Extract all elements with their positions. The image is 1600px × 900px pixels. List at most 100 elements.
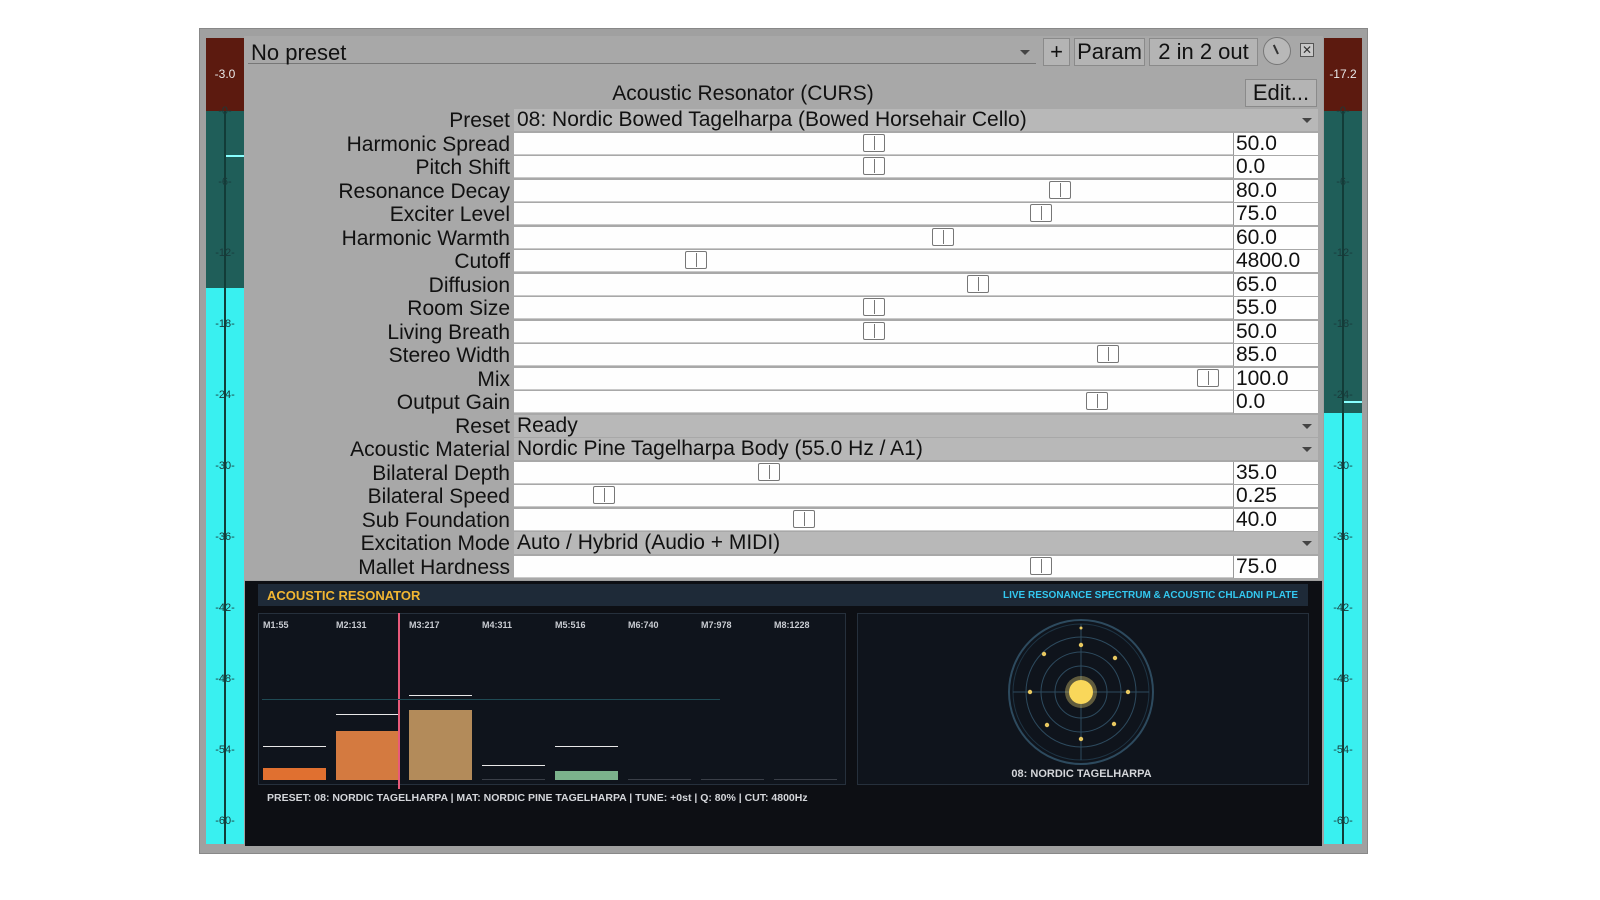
mallet-hardness-slider-thumb[interactable] xyxy=(1030,557,1052,575)
mix-slider-thumb[interactable] xyxy=(1197,369,1219,387)
diffusion-slider[interactable] xyxy=(514,274,1233,296)
add-preset-button[interactable]: + xyxy=(1043,38,1070,66)
chevron-down-icon xyxy=(1302,447,1312,452)
visualizer-title: ACOUSTIC RESONATOR xyxy=(267,588,421,603)
stereo-width-slider-thumb[interactable] xyxy=(1097,345,1119,363)
preset-selector[interactable]: No preset xyxy=(248,40,1036,65)
mode-label: M3:217 xyxy=(409,620,440,630)
exciter-level-value-field[interactable]: 75.0 xyxy=(1233,203,1318,225)
visualizer-subtitle: LIVE RESONANCE SPECTRUM & ACOUSTIC CHLAD… xyxy=(1002,590,1298,601)
meter-scale-mark: -60- xyxy=(215,815,235,827)
diffusion-slider-thumb[interactable] xyxy=(967,275,989,293)
mode-bar xyxy=(482,779,545,780)
mode-bar xyxy=(336,731,399,780)
bilateral-depth-label: Bilateral Depth xyxy=(372,462,510,485)
mallet-hardness-slider[interactable] xyxy=(514,556,1233,578)
diffusion-label: Diffusion xyxy=(428,274,510,297)
living-breath-slider[interactable] xyxy=(514,321,1233,343)
pitch-shift-slider[interactable] xyxy=(514,156,1233,178)
output-gain-slider-thumb[interactable] xyxy=(1086,392,1108,410)
stereo-width-value-field[interactable]: 85.0 xyxy=(1233,344,1318,366)
mode-peak-line xyxy=(409,695,472,696)
io-button[interactable]: 2 in 2 out xyxy=(1149,38,1258,66)
pitch-shift-slider-thumb[interactable] xyxy=(863,157,885,175)
bilateral-depth-value-field[interactable]: 35.0 xyxy=(1233,462,1318,484)
resonance-decay-slider-thumb[interactable] xyxy=(1049,181,1071,199)
harmonic-spread-label: Harmonic Spread xyxy=(346,133,510,156)
bilateral-depth-slider-thumb[interactable] xyxy=(758,463,780,481)
reset-value: Ready xyxy=(517,414,578,437)
resonance-decay-slider[interactable] xyxy=(514,180,1233,202)
dial-icon[interactable] xyxy=(1263,37,1291,65)
mix-slider[interactable] xyxy=(514,368,1233,390)
harmonic-warmth-value-field[interactable]: 60.0 xyxy=(1233,227,1318,249)
acoustic-material-dropdown[interactable]: Nordic Pine Tagelharpa Body (55.0 Hz / A… xyxy=(514,438,1318,460)
mallet-hardness-label: Mallet Hardness xyxy=(358,556,510,579)
harmonic-spread-slider[interactable] xyxy=(514,133,1233,155)
bilateral-speed-value-field[interactable]: 0.25 xyxy=(1233,485,1318,507)
living-breath-slider-thumb[interactable] xyxy=(863,322,885,340)
living-breath-label: Living Breath xyxy=(387,321,510,344)
bilateral-speed-slider-thumb[interactable] xyxy=(593,486,615,504)
living-breath-value-field[interactable]: 50.0 xyxy=(1233,321,1318,343)
reset-label: Reset xyxy=(455,415,510,438)
cutoff-slider[interactable] xyxy=(514,250,1233,272)
edit-button[interactable]: Edit... xyxy=(1245,79,1317,107)
meter-scale-mark: -48- xyxy=(215,673,235,685)
room-size-value-field[interactable]: 55.0 xyxy=(1233,297,1318,319)
stereo-width-slider[interactable] xyxy=(514,344,1233,366)
meter-scale-mark: -30- xyxy=(215,460,235,472)
harmonic-spread-slider-thumb[interactable] xyxy=(863,134,885,152)
output-gain-label: Output Gain xyxy=(396,391,510,414)
room-size-slider[interactable] xyxy=(514,297,1233,319)
mode-bar xyxy=(701,779,764,780)
mode-label: M7:978 xyxy=(701,620,732,630)
sub-foundation-slider-thumb[interactable] xyxy=(793,510,815,528)
meter-scale-mark: -12- xyxy=(1333,247,1353,259)
meter-scale-mark: -0- xyxy=(1336,105,1350,117)
exciter-level-label: Exciter Level xyxy=(389,203,510,226)
excitation-mode-dropdown[interactable]: Auto / Hybrid (Audio + MIDI) xyxy=(514,532,1318,554)
preset-dropdown[interactable]: 08: Nordic Bowed Tagelharpa (Bowed Horse… xyxy=(514,109,1318,131)
status-line: PRESET: 08: NORDIC TAGELHARPA | MAT: NOR… xyxy=(267,792,808,804)
bilateral-speed-slider[interactable] xyxy=(514,485,1233,507)
mallet-hardness-value-field[interactable]: 75.0 xyxy=(1233,556,1318,578)
meter-scale-mark: -24- xyxy=(215,389,235,401)
right-peak-value: -17.2 xyxy=(1329,67,1357,81)
cutoff-value-field[interactable]: 4800.0 xyxy=(1233,250,1318,272)
meter-scale-mark: -42- xyxy=(215,602,235,614)
pitch-shift-value-field[interactable]: 0.0 xyxy=(1233,156,1318,178)
pitch-shift-label: Pitch Shift xyxy=(415,156,510,179)
sub-foundation-value-field[interactable]: 40.0 xyxy=(1233,509,1318,531)
output-gain-value-field[interactable]: 0.0 xyxy=(1233,391,1318,413)
chevron-down-icon xyxy=(1020,50,1030,55)
resonance-decay-value-field[interactable]: 80.0 xyxy=(1233,180,1318,202)
exciter-level-slider-thumb[interactable] xyxy=(1030,204,1052,222)
sub-foundation-slider[interactable] xyxy=(514,509,1233,531)
bilateral-depth-slider[interactable] xyxy=(514,462,1233,484)
mode-bar xyxy=(628,779,691,780)
meter-peak-hold xyxy=(1344,401,1362,403)
exciter-level-slider[interactable] xyxy=(514,203,1233,225)
meter-scale-mark: -0- xyxy=(218,105,232,117)
mode-label: M1:55 xyxy=(263,620,289,630)
room-size-label: Room Size xyxy=(407,297,510,320)
mode-bar xyxy=(409,710,472,780)
preset-label: Preset xyxy=(449,109,510,132)
harmonic-spread-value-field[interactable]: 50.0 xyxy=(1233,133,1318,155)
output-gain-slider[interactable] xyxy=(514,391,1233,413)
reset-dropdown[interactable]: Ready xyxy=(514,415,1318,437)
mix-value-field[interactable]: 100.0 xyxy=(1233,368,1318,390)
harmonic-warmth-slider[interactable] xyxy=(514,227,1233,249)
harmonic-warmth-slider-thumb[interactable] xyxy=(932,228,954,246)
room-size-slider-thumb[interactable] xyxy=(863,298,885,316)
param-button[interactable]: Param xyxy=(1074,38,1145,66)
close-icon[interactable]: ✕ xyxy=(1300,43,1314,57)
left-level-meter: -3.0 -0- -6- -12- -18- -24- -30- -36- -42- -48- -… xyxy=(206,38,244,844)
diffusion-value-field[interactable]: 65.0 xyxy=(1233,274,1318,296)
mode-bar xyxy=(263,768,326,780)
mode-peak-line xyxy=(263,746,326,747)
cutoff-slider-thumb[interactable] xyxy=(685,251,707,269)
mode-label: M8:1228 xyxy=(774,620,810,630)
meter-scale-mark: -24- xyxy=(1333,389,1353,401)
